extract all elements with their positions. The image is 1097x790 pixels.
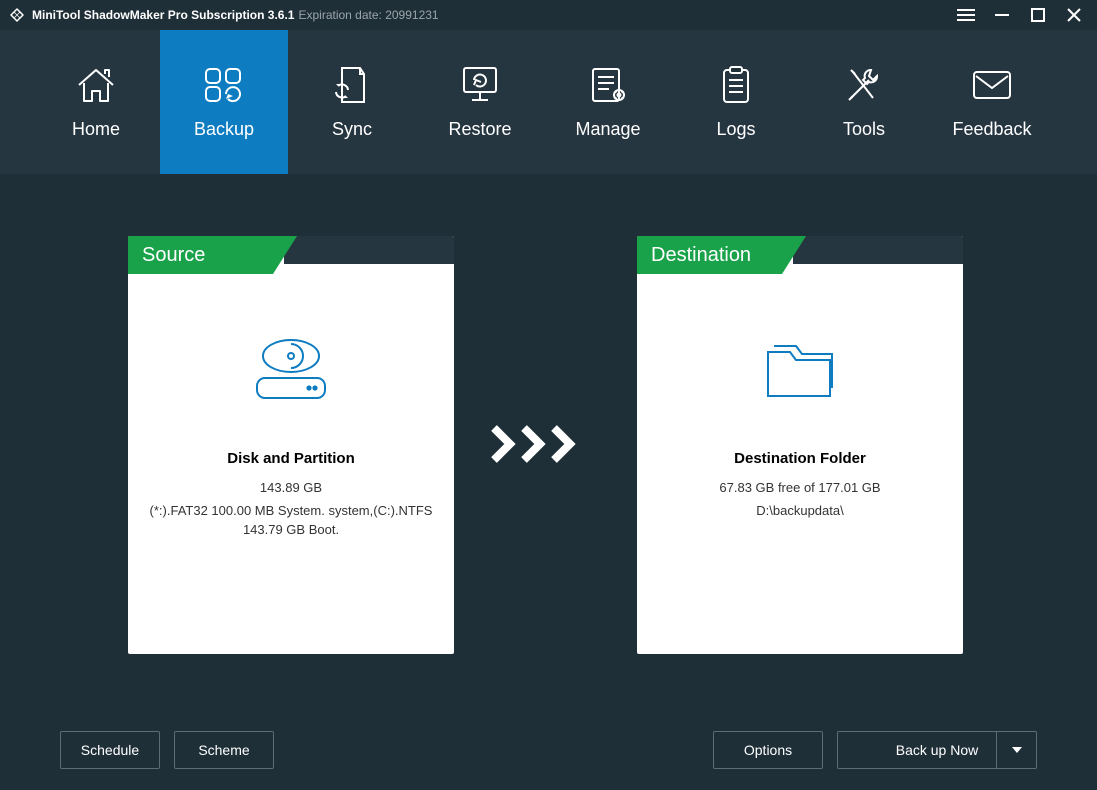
nav-label: Home — [72, 119, 120, 140]
source-title: Disk and Partition — [227, 450, 355, 467]
scheme-button[interactable]: Scheme — [174, 731, 274, 769]
nav-feedback[interactable]: Feedback — [928, 30, 1056, 174]
button-label: Options — [744, 742, 792, 758]
button-label: Scheme — [198, 742, 249, 758]
app-logo-icon — [8, 6, 26, 24]
panel-head: Source — [128, 236, 454, 274]
destination-head-label: Destination — [637, 236, 782, 274]
nav-tools[interactable]: Tools — [800, 30, 928, 174]
schedule-button[interactable]: Schedule — [60, 731, 160, 769]
disk-icon — [249, 334, 333, 406]
logs-icon — [718, 65, 754, 105]
nav-label: Logs — [716, 119, 755, 140]
close-icon[interactable] — [1065, 6, 1083, 24]
destination-detail: D:\backupdata\ — [738, 502, 861, 521]
button-label: Schedule — [81, 742, 139, 758]
backup-content: Source Disk and Partition 143.89 GB (*:)… — [0, 174, 1097, 790]
chevron-down-icon — [1012, 747, 1022, 753]
tools-icon — [843, 65, 885, 105]
nav-label: Tools — [843, 119, 885, 140]
home-icon — [75, 65, 117, 105]
sync-icon — [334, 65, 370, 105]
app-title: MiniTool ShadowMaker Pro Subscription 3.… — [32, 8, 294, 22]
backup-icon — [202, 65, 246, 105]
maximize-icon[interactable] — [1029, 6, 1047, 24]
menu-icon[interactable] — [957, 6, 975, 24]
destination-panel[interactable]: Destination Destination Folder 67.83 GB … — [637, 236, 963, 654]
button-label: Back up Now — [896, 742, 978, 758]
title-bar: MiniTool ShadowMaker Pro Subscription 3.… — [0, 0, 1097, 30]
nav-label: Restore — [448, 119, 511, 140]
source-detail: (*:).FAT32 100.00 MB System. system,(C:)… — [128, 502, 454, 540]
nav-manage[interactable]: Manage — [544, 30, 672, 174]
destination-title: Destination Folder — [734, 450, 866, 467]
nav-label: Sync — [332, 119, 372, 140]
minimize-icon[interactable] — [993, 6, 1011, 24]
source-size: 143.89 GB — [242, 479, 340, 498]
source-head-label: Source — [128, 236, 273, 274]
nav-home[interactable]: Home — [32, 30, 160, 174]
destination-size: 67.83 GB free of 177.01 GB — [701, 479, 898, 498]
source-panel[interactable]: Source Disk and Partition 143.89 GB (*:)… — [128, 236, 454, 654]
direction-arrows-icon — [490, 424, 600, 464]
nav-logs[interactable]: Logs — [672, 30, 800, 174]
folder-icon — [756, 334, 844, 406]
feedback-icon — [970, 65, 1014, 105]
nav-label: Feedback — [952, 119, 1031, 140]
expiration-label: Expiration date: 20991231 — [298, 8, 438, 22]
panel-head: Destination — [637, 236, 963, 274]
backup-now-button[interactable]: Back up Now — [837, 731, 1037, 769]
nav-backup[interactable]: Backup — [160, 30, 288, 174]
nav-label: Backup — [194, 119, 254, 140]
manage-icon — [587, 65, 629, 105]
main-nav: Home Backup Sync — [0, 30, 1097, 174]
backup-now-dropdown[interactable] — [996, 732, 1036, 768]
panel-body: Destination Folder 67.83 GB free of 177.… — [637, 274, 963, 525]
nav-label: Manage — [575, 119, 640, 140]
restore-icon — [458, 65, 502, 105]
nav-sync[interactable]: Sync — [288, 30, 416, 174]
options-button[interactable]: Options — [713, 731, 823, 769]
nav-restore[interactable]: Restore — [416, 30, 544, 174]
window-controls — [957, 6, 1089, 24]
bottom-toolbar: Schedule Scheme Options Back up Now — [0, 730, 1097, 770]
panel-body: Disk and Partition 143.89 GB (*:).FAT32 … — [128, 274, 454, 544]
